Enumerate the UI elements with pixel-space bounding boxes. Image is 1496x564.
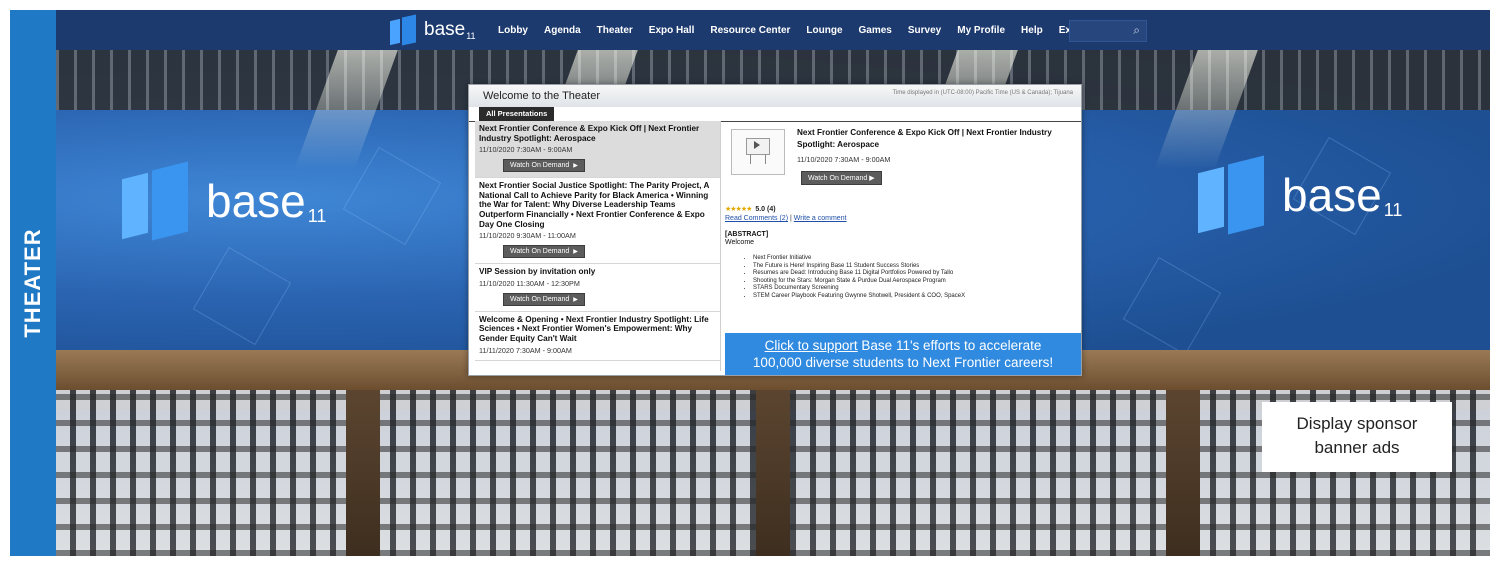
aisle (756, 390, 790, 556)
panel-title: Welcome to the Theater (483, 90, 600, 102)
rating-value: 5.0 (4) (755, 206, 776, 213)
panel-header: Welcome to the Theater Time displayed in… (469, 85, 1081, 107)
search-icon[interactable]: ⌕ (1133, 23, 1140, 38)
item-date: 11/11/2020 7:30AM - 9:00AM (479, 345, 572, 355)
brand-sub: 11 (1383, 199, 1403, 220)
timezone-note[interactable]: Time displayed in (UTC-08:00) Pacific Ti… (892, 90, 1073, 96)
play-arrow-icon: ▶ (867, 175, 875, 182)
nav-theater[interactable]: Theater (597, 25, 633, 36)
tab-all-presentations[interactable]: All Presentations (479, 107, 555, 121)
support-text-1: Base 11's efforts to accelerate (857, 338, 1042, 353)
brand-word: base (206, 175, 306, 227)
star-rating-icon: ★★★★★ (725, 206, 752, 213)
list-item: STARS Documentary Screening (753, 285, 965, 293)
nav-my-profile[interactable]: My Profile (957, 25, 1005, 36)
comment-links: Read Comments (2) | Write a comment (725, 215, 847, 222)
list-item: Next Frontier Initiative (753, 255, 965, 263)
play-arrow-icon: ▶ (573, 249, 578, 256)
aisle (346, 390, 380, 556)
backdrop-logo-right: base 11 (1198, 155, 1403, 235)
nav-menu: Lobby Agenda Theater Expo Hall Resource … (498, 10, 1093, 50)
logo-word: base (424, 19, 466, 40)
rating: ★★★★★ 5.0 (4) (725, 205, 776, 213)
item-date: 11/10/2020 9:30AM - 11:00AM (479, 231, 576, 241)
presentation-detail: Next Frontier Conference & Expo Kick Off… (725, 123, 1077, 321)
list-item[interactable]: VIP Session by invitation only 11/10/202… (475, 264, 720, 312)
list-item: The Future is Here! Inspiring Base 11 St… (753, 263, 965, 271)
section-label-text: THEATER (20, 228, 45, 338)
write-comment-link[interactable]: Write a comment (794, 215, 847, 222)
tab-strip: All Presentations (469, 107, 1081, 122)
backdrop-logo-left: base 11 (122, 161, 327, 241)
abstract-heading: [ABSTRACT] (725, 231, 769, 238)
support-link[interactable]: Click to support (765, 338, 858, 353)
watch-on-demand-button[interactable]: Watch On Demand ▶ (503, 159, 585, 173)
nav-help[interactable]: Help (1021, 25, 1043, 36)
sponsor-callout: Display sponsor banner ads (1262, 402, 1452, 472)
list-item[interactable]: Welcome & Opening • Next Frontier Indust… (475, 312, 720, 361)
brand-word: base (1282, 169, 1382, 221)
presentation-thumbnail (731, 129, 785, 175)
link-separator: | (789, 215, 792, 222)
list-item: Shooting for the Stars: Morgan State & P… (753, 278, 965, 286)
list-item[interactable]: Next Frontier Social Justice Spotlight: … (475, 178, 720, 265)
logo-sub: 11 (466, 31, 476, 41)
item-title: Next Frontier Conference & Expo Kick Off… (479, 124, 700, 143)
nav-lobby[interactable]: Lobby (498, 25, 528, 36)
detail-date: 11/10/2020 7:30AM - 9:00AM (797, 155, 891, 164)
detail-title: Next Frontier Conference & Expo Kick Off… (797, 128, 1052, 149)
screenshot-frame: THEATER base 11 Lobby Agenda Theater Exp… (0, 0, 1496, 564)
base11-logo-icon (122, 161, 192, 241)
base11-logo-icon (390, 14, 418, 46)
play-arrow-icon: ▶ (573, 296, 578, 303)
item-title: Next Frontier Social Justice Spotlight: … (479, 181, 710, 229)
nav-resource-center[interactable]: Resource Center (710, 25, 790, 36)
item-title: VIP Session by invitation only (479, 267, 596, 277)
section-label: THEATER (10, 10, 56, 556)
play-arrow-icon: ▶ (573, 163, 578, 170)
nav-games[interactable]: Games (859, 25, 892, 36)
brand-sub: 11 (307, 205, 327, 226)
abstract-welcome: Welcome (725, 239, 755, 246)
callout-line-2: banner ads (1314, 438, 1400, 457)
theater-panel: Welcome to the Theater Time displayed in… (468, 84, 1082, 376)
aisle (1166, 390, 1200, 556)
theater-scene: base 11 Lobby Agenda Theater Expo Hall R… (56, 10, 1490, 556)
list-item: STEM Career Playbook Featuring Gwynne Sh… (753, 293, 965, 301)
presentation-list[interactable]: Next Frontier Conference & Expo Kick Off… (475, 121, 721, 371)
search-input[interactable]: ⌕ (1069, 20, 1147, 42)
nav-lounge[interactable]: Lounge (806, 25, 842, 36)
item-date: 11/10/2020 7:30AM - 9:00AM (479, 145, 573, 155)
play-icon (754, 141, 760, 149)
list-item[interactable]: Next Frontier Conference & Expo Kick Off… (475, 121, 720, 179)
watch-on-demand-button[interactable]: Watch On Demand ▶ (503, 245, 585, 259)
list-item: Resumes are Dead: Introducing Base 11 Di… (753, 270, 965, 278)
item-date: 11/10/2020 11:30AM - 12:30PM (479, 278, 580, 288)
support-banner[interactable]: Click to support Base 11's efforts to ac… (725, 333, 1081, 375)
nav-survey[interactable]: Survey (908, 25, 941, 36)
read-comments-link[interactable]: Read Comments (2) (725, 215, 788, 222)
callout-line-1: Display sponsor (1296, 414, 1418, 433)
abstract-list: Next Frontier Initiative The Future is H… (743, 255, 965, 301)
nav-expo-hall[interactable]: Expo Hall (649, 25, 695, 36)
item-title: Welcome & Opening • Next Frontier Indust… (479, 314, 709, 343)
watch-on-demand-button[interactable]: Watch On Demand ▶ (503, 292, 585, 306)
nav-logo[interactable]: base 11 (390, 14, 476, 46)
top-navigation: base 11 Lobby Agenda Theater Expo Hall R… (56, 10, 1490, 50)
support-text-2: 100,000 diverse students to Next Frontie… (752, 355, 1054, 370)
nav-agenda[interactable]: Agenda (544, 25, 581, 36)
base11-logo-icon (1198, 155, 1268, 235)
detail-watch-button[interactable]: Watch On Demand ▶ (801, 171, 882, 185)
